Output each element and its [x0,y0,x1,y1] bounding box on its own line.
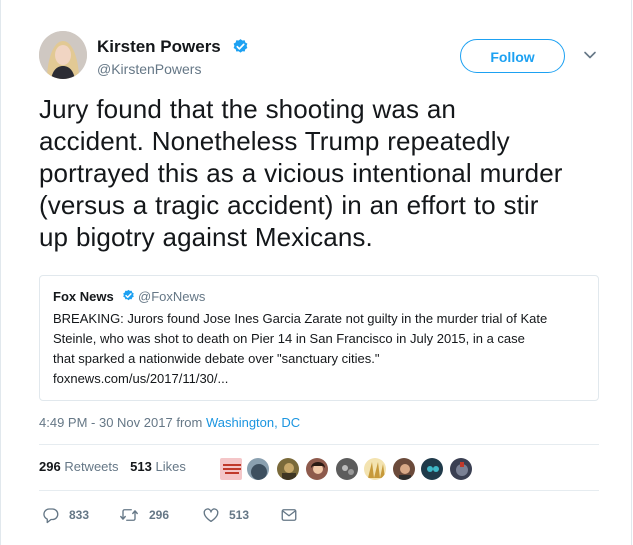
divider [39,444,599,445]
liker-avatar[interactable] [420,457,444,481]
timestamp-time[interactable]: 4:49 PM - 30 Nov 2017 [39,415,173,430]
direct-message-button[interactable] [280,505,300,525]
verified-badge-icon [123,289,134,301]
reply-button[interactable]: 833 [42,505,98,525]
author-handle[interactable]: @KirstenPowers [97,60,201,78]
tweet-text-line: portrayed this as a vicious intentional … [39,158,563,188]
tweet-text-line: (versus a tragic accident) in an effort … [39,190,539,220]
liker-avatar[interactable] [246,457,270,481]
tweet-text-line: Jury found that the shooting was an [39,94,456,124]
tweet-timestamp: 4:49 PM - 30 Nov 2017 from Washington, D… [39,414,300,432]
retweets-label: Retweets [64,459,119,474]
timestamp-from: from [176,415,203,430]
chevron-down-icon[interactable] [582,47,598,63]
tweet-text-line: accident. Nonetheless Trump repeatedly [39,126,510,156]
likes-label: Likes [155,459,186,474]
location-link[interactable]: Washington, DC [206,415,300,430]
tweet-card: Kirsten Powers @KirstenPowers Follow Jur… [0,0,632,545]
likes-stat[interactable]: 513 Likes [130,459,186,474]
quoted-text-line: BREAKING: Jurors found Jose Ines Garcia … [53,311,548,326]
liker-avatar[interactable] [363,457,387,481]
retweet-icon [120,509,138,521]
like-button[interactable]: 513 [202,505,258,525]
quoted-text-line: Steinle, who was shot to death on Pier 1… [53,331,525,346]
retweet-button[interactable]: 296 [119,505,175,525]
like-count: 513 [229,508,250,522]
quoted-tweet[interactable]: Fox News @FoxNews BREAKING: Jurors found… [39,275,599,401]
liker-avatar[interactable] [305,457,329,481]
like-icon [203,508,219,523]
quoted-author-name: Fox News [53,289,114,304]
verified-badge-icon [233,39,248,53]
quoted-author-handle: @FoxNews [138,289,206,304]
quoted-tweet-text: BREAKING: Jurors found Jose Ines Garcia … [53,309,593,389]
retweets-stat[interactable]: 296 Retweets [39,459,119,474]
liker-avatar[interactable] [276,457,300,481]
tweet-text: Jury found that the shooting was an acci… [39,93,609,253]
liker-avatar[interactable] [219,457,243,481]
liker-avatar[interactable] [392,457,416,481]
quoted-link: foxnews.com/us/2017/11/30/... [53,371,229,386]
tweet-text-line: up bigotry against Mexicans. [39,222,373,252]
reply-icon [43,508,59,524]
quoted-text-line: that sparked a nationwide debate over "s… [53,351,380,366]
divider [39,490,599,491]
reply-count: 833 [69,508,90,522]
author-avatar[interactable] [39,31,87,79]
retweets-count: 296 [39,459,61,474]
direct-message-icon [281,509,297,521]
author-name[interactable]: Kirsten Powers [97,37,221,57]
retweet-count: 296 [149,508,170,522]
liker-avatar[interactable] [335,457,359,481]
follow-button[interactable]: Follow [460,39,565,73]
likes-count: 513 [130,459,152,474]
liker-avatar[interactable] [449,457,473,481]
tweet-stats: 296 Retweets 513 Likes [39,458,186,476]
